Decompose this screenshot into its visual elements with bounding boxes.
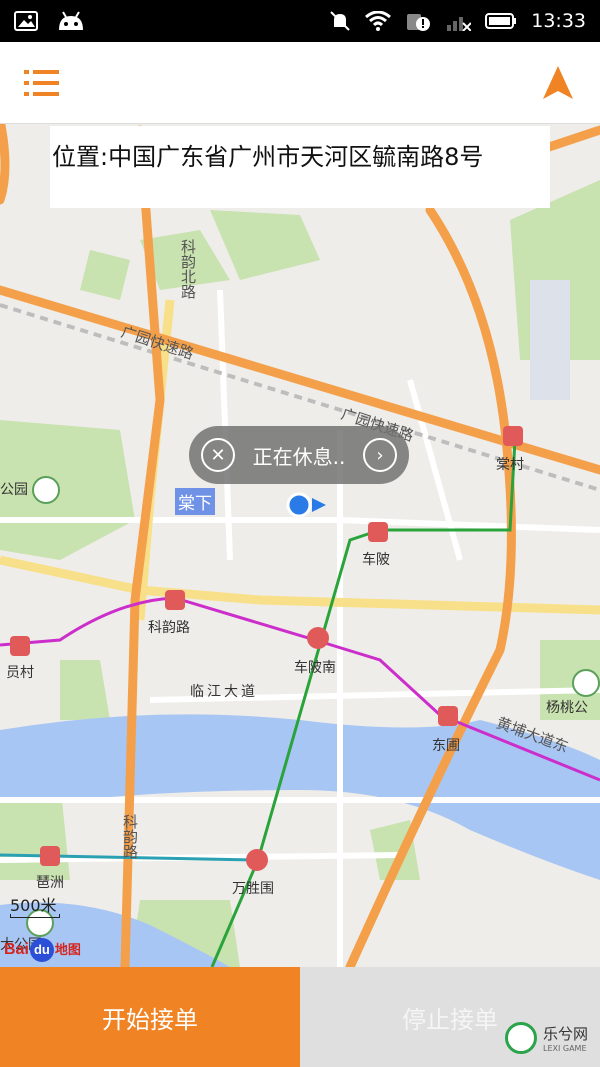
station-label-keyun: 科韵路	[148, 620, 190, 636]
baidu-logo-du: du	[29, 938, 54, 962]
start-accepting-button[interactable]: 开始接单	[0, 967, 300, 1067]
park-label-left: 公园	[0, 482, 28, 498]
station-label-yuancun: 员村	[6, 665, 34, 681]
menu-icon	[24, 70, 59, 96]
baidu-logo-bai: Bai	[4, 941, 29, 958]
map-view[interactable]: 科韵北路 广园快速路 广园快速路 棠下 车陂 科韵路 车陂南 员村 东圃 临江大…	[0, 124, 600, 967]
station-label-wanshengwei: 万胜围	[232, 881, 274, 897]
status-time: 13:33	[531, 10, 586, 32]
signal-icon	[445, 11, 472, 31]
station-label-chelpi: 车陂	[362, 552, 390, 568]
app-header	[0, 42, 600, 124]
status-text: 正在休息..	[252, 444, 346, 469]
navigation-arrow-icon	[543, 66, 573, 99]
watermark-text: 乐兮网	[542, 1025, 588, 1043]
road-label-linjiang: 临江大道	[190, 684, 258, 700]
road-label-keyun-south: 科韵路	[121, 814, 139, 859]
wifi-icon	[365, 11, 392, 31]
station-label-liantang: 棠村	[496, 457, 524, 473]
navigation-button[interactable]	[540, 64, 576, 102]
close-circle-icon[interactable]: ✕	[201, 438, 235, 472]
map-canvas	[0, 124, 600, 967]
sim-alert-icon	[405, 10, 431, 32]
status-bubble: ✕ 正在休息.. ›	[189, 426, 409, 484]
watermark-logo-icon	[504, 1022, 537, 1054]
battery-icon	[485, 12, 517, 30]
map-scale-label: 500米	[10, 896, 57, 915]
chevron-right-icon[interactable]: ›	[363, 438, 397, 472]
station-label-pazhou: 琶洲	[36, 875, 64, 891]
road-label-keyun-north: 科韵北路	[179, 239, 197, 299]
menu-button[interactable]	[24, 68, 60, 98]
baidu-logo-map: 地图	[54, 942, 81, 957]
park-label-yangtao: 杨桃公	[546, 700, 588, 716]
baidu-map-logo: Bai du 地图	[4, 938, 81, 962]
station-label-dongpu: 东圃	[432, 738, 460, 754]
map-scale-bar	[10, 914, 60, 918]
watermark-subtext: LEXI GAME	[542, 1044, 587, 1053]
mute-icon	[329, 10, 351, 32]
watermark: 乐兮网 LEXI GAME	[504, 1022, 588, 1054]
gallery-icon	[14, 11, 38, 31]
location-address: 位置:中国广东省广州市天河区毓南路8号	[50, 126, 550, 208]
status-bar: 13:33	[0, 0, 600, 42]
android-icon	[56, 10, 86, 32]
station-label-chelpi-south: 车陂南	[294, 660, 336, 676]
map-highlight-label: 棠下	[175, 488, 215, 515]
